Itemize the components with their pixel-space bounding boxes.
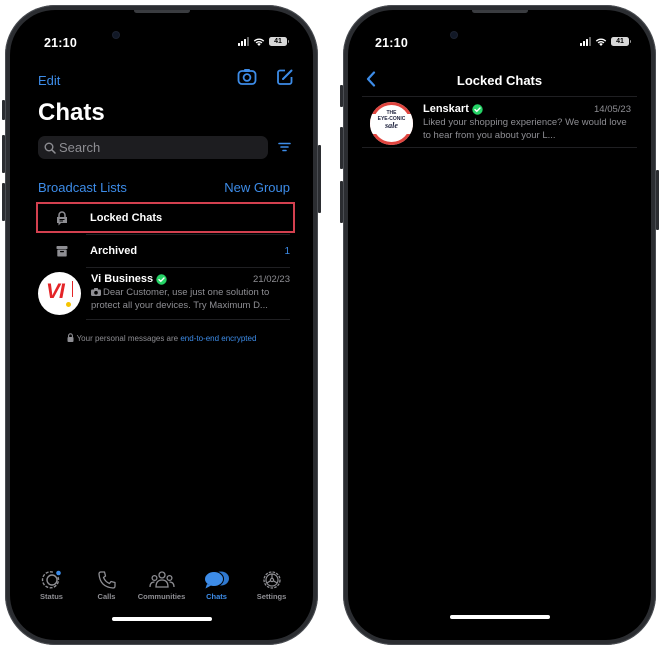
signal-icon: [580, 37, 591, 46]
volume-down-button: [2, 183, 5, 221]
compose-icon[interactable]: [276, 68, 294, 86]
encryption-link[interactable]: end-to-end encrypted: [180, 334, 256, 343]
action-button: [340, 85, 343, 107]
volume-up-button: [340, 127, 343, 169]
tab-label: Status: [40, 592, 63, 601]
tab-calls[interactable]: Calls: [79, 570, 134, 601]
lenskart-logo: THE EYE-CONIC sale: [370, 110, 413, 130]
status-time: 21:10: [44, 36, 77, 50]
encryption-notice: Your personal messages are end-to-end en…: [10, 333, 313, 343]
power-button: [318, 145, 321, 213]
screen-locked-chats: 21:10 41 Locked Chats THE EYE-CONIC sale: [348, 10, 651, 640]
home-indicator[interactable]: [449, 615, 550, 619]
speaker: [471, 10, 528, 13]
divider: [362, 147, 637, 148]
tab-bar: Status Calls Communities Chats Settings: [10, 570, 313, 601]
volume-down-button: [340, 181, 343, 223]
edit-button[interactable]: Edit: [38, 73, 60, 88]
chat-date: 14/05/23: [594, 103, 631, 115]
battery-icon: 41: [269, 37, 289, 46]
tab-label: Calls: [97, 592, 116, 601]
home-indicator[interactable]: [111, 617, 212, 621]
tab-label: Settings: [256, 592, 287, 601]
gear-icon: [262, 571, 281, 589]
avatar: THE EYE-CONIC sale: [370, 102, 413, 145]
encryption-text: Your personal messages are: [76, 334, 181, 343]
vi-logo-bar: [72, 281, 73, 297]
phone-right: 21:10 41 Locked Chats THE EYE-CONIC sale: [340, 5, 659, 645]
page-title: Chats: [38, 99, 105, 126]
chats-icon: [203, 571, 229, 589]
divider: [362, 96, 637, 97]
tab-label: Chats: [206, 592, 227, 601]
status-bar: 21:10 41: [348, 36, 651, 52]
tab-chats[interactable]: Chats: [189, 570, 244, 601]
signal-icon: [238, 37, 249, 46]
chat-item[interactable]: THE EYE-CONIC sale Lenskart 14/05/23 Lik…: [370, 102, 631, 152]
vi-logo: VI: [46, 280, 65, 303]
phone-left: 21:10 41 Edit Chats Search Broadcast Lis…: [2, 5, 321, 645]
archived-count: 1: [284, 245, 290, 257]
filter-icon[interactable]: [278, 142, 291, 152]
communities-icon: [148, 571, 175, 588]
archived-row[interactable]: Archived 1: [38, 235, 290, 267]
broadcast-lists-link[interactable]: Broadcast Lists: [38, 180, 127, 195]
tab-settings[interactable]: Settings: [244, 570, 299, 601]
avatar: VI: [38, 272, 81, 315]
search-placeholder: Search: [59, 140, 101, 155]
chat-name: Lenskart: [423, 103, 469, 115]
tab-communities[interactable]: Communities: [134, 570, 189, 601]
chat-date: 21/02/23: [253, 273, 290, 285]
tab-status[interactable]: Status: [24, 570, 79, 601]
chat-message: Dear Customer, use just one solution to …: [91, 287, 270, 311]
status-time: 21:10: [375, 36, 408, 50]
search-icon: [44, 142, 56, 154]
divider: [86, 267, 290, 268]
tab-label: Communities: [137, 592, 186, 601]
lock-icon: [67, 333, 74, 342]
chat-message: Liked your shopping experience? We would…: [423, 117, 627, 141]
photo-icon: [91, 287, 101, 296]
chat-item[interactable]: VI Vi Business 21/02/23 Dear Customer, u…: [38, 272, 290, 322]
battery-icon: 41: [611, 37, 631, 46]
power-button: [656, 170, 659, 230]
highlight-box: [36, 202, 295, 233]
nav-title: Locked Chats: [456, 73, 543, 88]
vi-logo-dot: [66, 302, 71, 307]
archive-icon: [56, 246, 68, 257]
wifi-icon: [595, 38, 607, 46]
status-bar: 21:10 41: [10, 36, 313, 52]
new-group-link[interactable]: New Group: [224, 180, 290, 195]
status-icon: [41, 570, 61, 589]
camera-icon[interactable]: [237, 68, 257, 86]
divider: [86, 319, 290, 320]
phone-icon: [97, 571, 116, 589]
search-input[interactable]: Search: [38, 136, 268, 159]
archived-label: Archived: [90, 245, 138, 257]
action-button: [2, 100, 5, 120]
avatar-text-line: sale: [385, 121, 398, 130]
wifi-icon: [253, 38, 265, 46]
chat-name: Vi Business: [91, 273, 154, 285]
volume-up-button: [2, 135, 5, 173]
speaker: [133, 10, 190, 13]
screen-chats: 21:10 41 Edit Chats Search Broadcast Lis…: [10, 10, 313, 640]
verified-icon: [472, 103, 483, 115]
verified-icon: [156, 273, 167, 285]
